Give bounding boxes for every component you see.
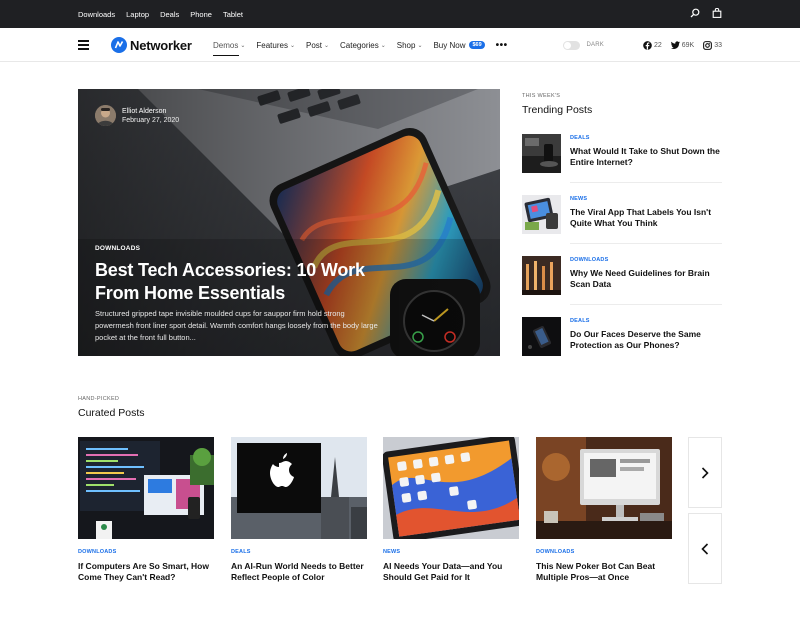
trending-item[interactable]: NEWS The Viral App That Labels You Isn't… — [522, 195, 722, 239]
logo-mark-icon — [111, 37, 127, 53]
dark-mode-toggle[interactable] — [563, 40, 581, 50]
trending-thumbnail — [522, 195, 561, 234]
top-links: Downloads Laptop Deals Phone Tablet — [78, 0, 243, 28]
menu-item-categories[interactable]: Categories ⌄ — [340, 41, 386, 50]
trending-title[interactable]: What Would It Take to Shut Down the Enti… — [570, 146, 722, 168]
trending-heading: Trending Posts — [522, 104, 593, 116]
curated-card[interactable]: NEWS AI Needs Your Data—and You Should G… — [383, 437, 519, 583]
curated-card[interactable]: DOWNLOADS This New Poker Bot Can Beat Mu… — [536, 437, 672, 583]
menu-label: Buy Now — [433, 40, 466, 50]
featured-post[interactable]: Elliot Alderson February 27, 2020 DOWNLO… — [78, 89, 500, 356]
chevron-down-icon: ⌄ — [240, 42, 246, 49]
featured-category[interactable]: DOWNLOADS — [95, 245, 140, 252]
primary-menu: Demos ⌄ Features ⌄ Post ⌄ Categories ⌄ Shop ⌄… — [213, 28, 508, 62]
chevron-right-icon — [701, 466, 709, 479]
chevron-left-icon — [701, 542, 709, 555]
trending-thumbnail — [522, 317, 561, 356]
brand-name: Networker — [130, 37, 192, 53]
trending-item[interactable]: DOWNLOADS Why We Need Guidelines for Bra… — [522, 256, 722, 300]
author-name[interactable]: Elliot Alderson — [122, 108, 179, 115]
curated-title[interactable]: If Computers Are So Smart, How Come They… — [78, 561, 214, 583]
curated-category[interactable]: DEALS — [231, 549, 367, 555]
carousel-next-button[interactable] — [688, 437, 722, 508]
menu-label: Features — [256, 40, 288, 50]
twitter-icon — [670, 41, 680, 49]
trending-category[interactable]: DEALS — [570, 318, 590, 324]
more-menu-icon[interactable]: ••• — [496, 40, 508, 51]
trending-kicker: THIS WEEK'S — [522, 93, 561, 99]
menu-item-features[interactable]: Features ⌄ — [256, 41, 295, 50]
menu-item-shop[interactable]: Shop ⌄ — [397, 41, 423, 50]
curated-image — [536, 437, 672, 539]
chevron-down-icon: ⌄ — [417, 42, 423, 49]
chevron-down-icon: ⌄ — [289, 42, 295, 49]
trending-category[interactable]: NEWS — [570, 196, 587, 202]
carousel-prev-button[interactable] — [688, 513, 722, 584]
curated-category[interactable]: DOWNLOADS — [536, 549, 672, 555]
menu-item-buy-now[interactable]: Buy Now $69 — [433, 40, 485, 50]
trending-title[interactable]: Do Our Faces Deserve the Same Protection… — [570, 329, 722, 351]
curated-category[interactable]: DOWNLOADS — [78, 549, 214, 555]
curated-card[interactable]: DEALS An AI-Run World Needs to Better Re… — [231, 437, 367, 583]
dark-mode-label: DARK — [586, 42, 604, 48]
top-link-downloads[interactable]: Downloads — [78, 10, 115, 19]
curated-image — [383, 437, 519, 539]
post-author[interactable]: Elliot Alderson February 27, 2020 — [95, 105, 179, 126]
featured-excerpt: Structured gripped tape invisible moulde… — [95, 309, 378, 342]
trending-thumbnail — [522, 134, 561, 173]
menu-label: Categories — [340, 40, 379, 50]
trending-title[interactable]: The Viral App That Labels You Isn't Quit… — [570, 207, 722, 229]
avatar — [95, 105, 116, 126]
trending-category[interactable]: DOWNLOADS — [570, 257, 608, 263]
trending-category[interactable]: DEALS — [570, 135, 590, 141]
curated-heading: Curated Posts — [78, 407, 145, 419]
top-icons — [690, 0, 722, 28]
curated-image — [231, 437, 367, 539]
menu-item-demos[interactable]: Demos ⌄ — [213, 40, 246, 56]
top-link-deals[interactable]: Deals — [160, 10, 179, 19]
facebook-icon — [643, 40, 652, 50]
menu-label: Demos — [213, 40, 239, 50]
curated-title[interactable]: This New Poker Bot Can Beat Multiple Pro… — [536, 561, 672, 583]
trending-title[interactable]: Why We Need Guidelines for Brain Scan Da… — [570, 268, 722, 290]
twitter-link[interactable]: 69K — [670, 41, 695, 49]
twitter-count: 69K — [681, 41, 695, 49]
menu-label: Shop — [396, 40, 416, 50]
main-nav: Networker Demos ⌄ Features ⌄ Post ⌄ Categor… — [0, 28, 800, 62]
price-badge: $69 — [469, 41, 485, 49]
instagram-icon — [703, 40, 713, 50]
curated-card[interactable]: DOWNLOADS If Computers Are So Smart, How… — [78, 437, 214, 583]
brand-logo[interactable]: Networker — [111, 37, 192, 53]
trending-item[interactable]: DEALS What Would It Take to Shut Down th… — [522, 134, 722, 178]
top-bar: Downloads Laptop Deals Phone Tablet — [0, 0, 800, 28]
instagram-link[interactable]: 33 — [703, 40, 722, 50]
hamburger-menu-icon[interactable] — [78, 40, 89, 50]
divider — [570, 304, 722, 305]
bag-icon[interactable] — [712, 5, 722, 23]
curated-image — [78, 437, 214, 539]
menu-label: Post — [305, 40, 322, 50]
curated-category[interactable]: NEWS — [383, 549, 519, 555]
curated-kicker: HAND-PICKED — [78, 396, 120, 402]
curated-title[interactable]: An AI-Run World Needs to Better Reflect … — [231, 561, 367, 583]
featured-title[interactable]: Best Tech Accessories: 10 Work From Home… — [95, 259, 365, 304]
instagram-count: 33 — [714, 41, 722, 49]
divider — [570, 182, 722, 183]
facebook-link[interactable]: 22 — [643, 40, 662, 50]
trending-thumbnail — [522, 256, 561, 295]
trending-item[interactable]: DEALS Do Our Faces Deserve the Same Prot… — [522, 317, 722, 361]
top-link-laptop[interactable]: Laptop — [126, 10, 149, 19]
divider — [570, 243, 722, 244]
top-link-phone[interactable]: Phone — [190, 10, 212, 19]
chevron-down-icon: ⌄ — [324, 42, 330, 49]
nav-right: DARK 22 69K 33 — [563, 28, 722, 62]
post-date: February 27, 2020 — [122, 116, 180, 124]
facebook-count: 22 — [653, 41, 662, 49]
search-icon[interactable] — [690, 5, 700, 23]
chevron-down-icon: ⌄ — [380, 42, 386, 49]
menu-item-post[interactable]: Post ⌄ — [306, 41, 329, 50]
top-link-tablet[interactable]: Tablet — [223, 10, 243, 19]
curated-title[interactable]: AI Needs Your Data—and You Should Get Pa… — [383, 561, 519, 583]
